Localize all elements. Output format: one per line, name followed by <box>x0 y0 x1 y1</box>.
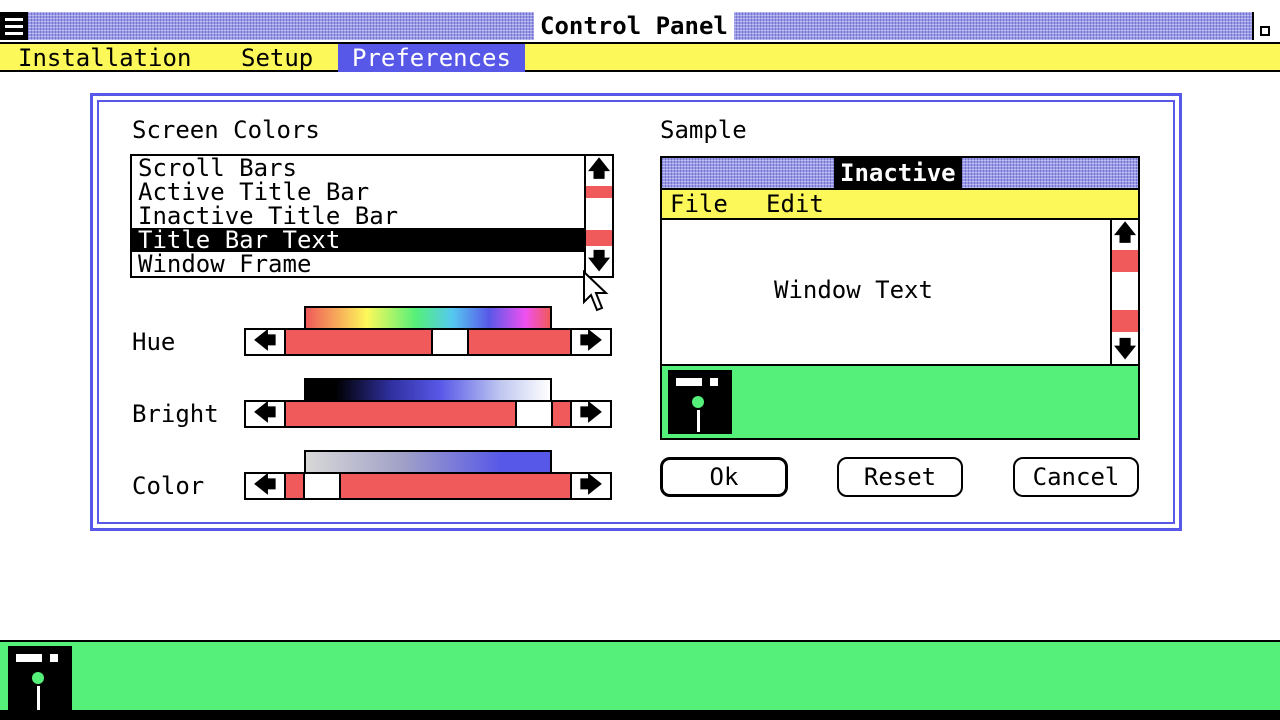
bright-left-icon[interactable]: 🡄 <box>246 402 286 426</box>
sample-menu-bar: File Edit <box>662 190 1138 220</box>
hue-right-icon[interactable]: 🡆 <box>570 330 610 354</box>
hue-spectrum <box>304 306 552 330</box>
list-item-active-title-bar[interactable]: Active Title Bar <box>132 180 586 204</box>
mouse-cursor-icon <box>583 270 609 312</box>
sample-title-bar: Inactive <box>662 158 1138 190</box>
list-item-inactive-title-bar[interactable]: Inactive Title Bar <box>132 204 586 228</box>
menu-preferences[interactable]: Preferences <box>338 44 525 72</box>
desktop-disk-icon[interactable] <box>8 646 72 712</box>
screen-bottom-edge <box>0 710 1280 720</box>
color-slider[interactable]: 🡄 🡆 <box>244 472 612 500</box>
restore-icon[interactable] <box>1252 12 1280 40</box>
color-left-icon[interactable]: 🡄 <box>246 474 286 498</box>
bright-right-icon[interactable]: 🡆 <box>570 402 610 426</box>
sample-up-icon: 🡅 <box>1112 220 1138 248</box>
desktop-area <box>0 640 1280 712</box>
sample-window-text: Window Text <box>774 276 933 304</box>
sample-desktop <box>662 366 1138 438</box>
list-item-title-bar-text[interactable]: Title Bar Text <box>132 228 586 252</box>
system-menu-icon[interactable] <box>0 12 28 40</box>
bright-thumb[interactable] <box>514 402 553 426</box>
window-title: Control Panel <box>534 12 734 40</box>
list-item-scroll-bars[interactable]: Scroll Bars <box>132 156 586 180</box>
brightness-spectrum <box>304 378 552 402</box>
scroll-up-icon[interactable]: 🡅 <box>586 156 612 184</box>
screen-element-list[interactable]: Scroll Bars Active Title Bar Inactive Ti… <box>130 154 614 278</box>
color-thumb[interactable] <box>303 474 342 498</box>
ok-button[interactable]: Ok <box>660 457 788 497</box>
list-item-window-frame[interactable]: Window Frame <box>132 252 586 276</box>
menu-bar: Installation Setup Preferences <box>0 42 1280 72</box>
bright-slider[interactable]: 🡄 🡆 <box>244 400 612 428</box>
window-title-bar[interactable]: Control Panel <box>0 0 1280 44</box>
color-label: Color <box>132 472 205 500</box>
sample-scrollbar: 🡅 🡇 <box>1110 220 1138 364</box>
cancel-button[interactable]: Cancel <box>1013 457 1139 497</box>
sample-menu-file: File <box>670 190 728 218</box>
hue-left-icon[interactable]: 🡄 <box>246 330 286 354</box>
color-right-icon[interactable]: 🡆 <box>570 474 610 498</box>
sample-client-area: Window Text 🡅 🡇 <box>662 220 1138 366</box>
menu-setup[interactable]: Setup <box>227 44 327 72</box>
sample-preview: Inactive File Edit Window Text 🡅 🡇 <box>660 156 1140 440</box>
sample-title: Inactive <box>834 158 962 188</box>
menu-installation[interactable]: Installation <box>4 44 205 72</box>
reset-button[interactable]: Reset <box>837 457 963 497</box>
screen-colors-label: Screen Colors <box>132 116 320 144</box>
sample-menu-edit: Edit <box>766 190 824 218</box>
sample-label: Sample <box>660 116 747 144</box>
color-spectrum <box>304 450 552 474</box>
hue-thumb[interactable] <box>431 330 470 354</box>
sample-down-icon: 🡇 <box>1112 336 1138 364</box>
list-scrollbar[interactable]: 🡅 🡇 <box>584 156 612 276</box>
hue-label: Hue <box>132 328 176 356</box>
floppy-disk-icon <box>668 370 732 434</box>
hue-slider[interactable]: 🡄 🡆 <box>244 328 612 356</box>
bright-label: Bright <box>132 400 219 428</box>
